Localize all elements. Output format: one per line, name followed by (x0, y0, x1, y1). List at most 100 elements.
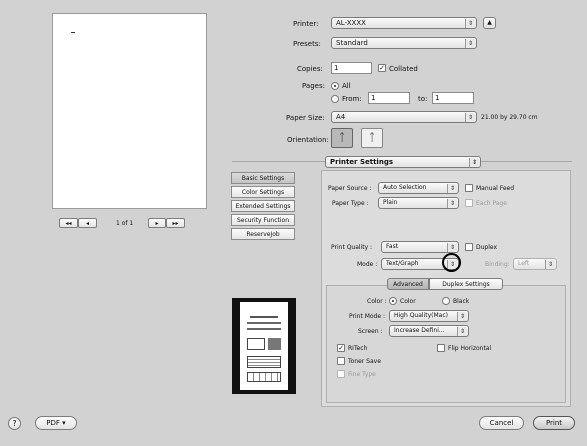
duplex-checkbox[interactable] (465, 243, 473, 251)
binding-select[interactable]: Left ⇕ (513, 258, 557, 270)
copies-label: Copies: (297, 65, 323, 73)
fine-type-label: Fine Type (348, 371, 376, 378)
popup-arrow-icon: ⇕ (447, 243, 457, 252)
paper-size-dims: 21.00 by 29.70 cm (481, 114, 538, 121)
pane-select[interactable]: Printer Settings ⇕ (325, 156, 481, 168)
popup-arrow-icon: ⇕ (457, 327, 467, 336)
screen-label: Screen : (358, 328, 383, 335)
paper-size-label: Paper Size: (286, 114, 325, 122)
popup-arrow-icon: ⇕ (447, 199, 457, 208)
pages-all-radio[interactable] (331, 82, 339, 90)
side-button-basic-settings[interactable]: Basic Settings (231, 172, 295, 184)
print-mode-value: High Quality(Mac) (394, 312, 448, 319)
color-radio[interactable] (389, 297, 397, 305)
page-thumbnail (232, 298, 296, 394)
help-button[interactable]: ? (8, 417, 21, 430)
black-option-label: Black (453, 298, 470, 305)
triangle-up-icon: ▲ (487, 19, 492, 26)
ritech-label: RITech (348, 345, 368, 352)
manual-feed-label: Manual Feed (476, 185, 515, 192)
print-quality-value: Fast (386, 243, 399, 250)
flip-horizontal-checkbox[interactable] (437, 344, 445, 352)
pages-all-label: All (342, 82, 351, 90)
orientation-label: Orientation: (287, 136, 329, 144)
duplex-label: Duplex (476, 244, 498, 251)
mode-label: Mode : (357, 261, 378, 268)
printer-label: Printer: (293, 20, 319, 28)
print-dialog: ◂◂ ◂ 1 of 1 ▸ ▸▸ Printer: AL-XXXX ⇕ ▲ Pre… (0, 0, 587, 446)
tab-duplex-settings[interactable]: Duplex Settings (429, 278, 503, 290)
tab-advanced[interactable]: Advanced (387, 278, 429, 290)
paper-source-label: Paper Source : (328, 185, 372, 192)
color-label: Color : (367, 298, 387, 305)
ritech-checkbox[interactable]: ✓ (337, 344, 345, 352)
printer-select[interactable]: AL-XXXX ⇕ (331, 17, 477, 29)
pages-from-field[interactable]: 1 (368, 92, 410, 104)
toner-save-checkbox[interactable] (337, 357, 345, 365)
binding-label: Binding: (485, 261, 510, 268)
pages-from-label: From: (342, 95, 362, 103)
printer-expand-button[interactable]: ▲ (483, 17, 496, 29)
paper-source-select[interactable]: Auto Selection ⇕ (378, 182, 459, 194)
print-mode-label: Print Mode : (349, 313, 385, 320)
help-question-icon: ? (12, 419, 17, 428)
popup-arrow-icon: ⇕ (465, 39, 475, 48)
screen-value: Increase Defini... (394, 327, 445, 334)
popup-arrow-icon: ⇕ (545, 260, 555, 269)
presets-value: Standard (336, 39, 368, 47)
popup-arrow-icon: ⇕ (457, 312, 467, 321)
popup-arrow-icon: ⇕ (447, 184, 457, 193)
paper-size-value: A4 (336, 113, 346, 121)
first-page-button[interactable]: ◂◂ (59, 218, 78, 228)
pages-from-radio[interactable] (331, 95, 339, 103)
pages-label: Pages: (302, 82, 325, 90)
orientation-portrait-button[interactable]: ᛏ (331, 128, 353, 148)
copies-field[interactable]: 1 (331, 62, 372, 74)
pdf-menu-button[interactable]: PDF ▾ (35, 416, 77, 430)
each-page-label: Each Page (476, 200, 508, 207)
collated-checkbox[interactable]: ✓ (378, 64, 386, 72)
collated-label: Collated (389, 65, 418, 73)
toner-save-label: Toner Save (348, 358, 381, 365)
screen-select[interactable]: Increase Defini... ⇕ (389, 325, 469, 337)
mode-value: Text/Graph (386, 260, 419, 267)
pages-to-field[interactable]: 1 (432, 92, 474, 104)
pages-to-label: to: (418, 95, 428, 103)
prev-page-button[interactable]: ◂ (78, 218, 97, 228)
paper-source-value: Auto Selection (383, 184, 427, 191)
landscape-figure-icon: ᛏ (368, 131, 376, 144)
paper-type-select[interactable]: Plain ⇕ (378, 197, 459, 209)
print-quality-select[interactable]: Fast ⇕ (381, 241, 459, 253)
side-button-reservejob[interactable]: ReserveJob (231, 228, 295, 240)
highlight-circle (442, 253, 461, 272)
side-button-security-function[interactable]: Security Function (231, 214, 295, 226)
print-button[interactable]: Print (533, 416, 575, 430)
print-mode-select[interactable]: High Quality(Mac) ⇕ (389, 310, 469, 322)
page-info: 1 of 1 (116, 220, 134, 227)
popup-arrow-icon: ⇕ (469, 158, 479, 167)
manual-feed-checkbox[interactable] (465, 184, 473, 192)
fine-type-checkbox[interactable] (337, 370, 345, 378)
paper-size-select[interactable]: A4 ⇕ (331, 111, 477, 123)
page-preview (52, 13, 207, 209)
black-radio[interactable] (442, 297, 450, 305)
flip-horizontal-label: Flip Horizontal (448, 345, 492, 352)
paper-type-value: Plain (383, 199, 398, 206)
print-quality-label: Print Quality : (331, 244, 373, 251)
next-page-button[interactable]: ▸ (148, 218, 166, 228)
each-page-checkbox[interactable] (465, 199, 473, 207)
presets-select[interactable]: Standard ⇕ (331, 37, 477, 49)
paper-type-label: Paper Type : (332, 200, 369, 207)
cancel-button[interactable]: Cancel (479, 416, 524, 430)
popup-arrow-icon: ⇕ (465, 19, 475, 28)
pane-select-value: Printer Settings (330, 158, 393, 166)
printer-value: AL-XXXX (336, 19, 366, 27)
side-button-color-settings[interactable]: Color Settings (231, 186, 295, 198)
binding-value: Left (518, 260, 530, 267)
last-page-button[interactable]: ▸▸ (166, 218, 185, 228)
portrait-figure-icon: ᛏ (338, 131, 346, 144)
orientation-landscape-button[interactable]: ᛏ (361, 128, 383, 148)
color-option-label: Color (400, 298, 416, 305)
presets-label: Presets: (293, 40, 321, 48)
side-button-extended-settings[interactable]: Extended Settings (231, 200, 295, 212)
